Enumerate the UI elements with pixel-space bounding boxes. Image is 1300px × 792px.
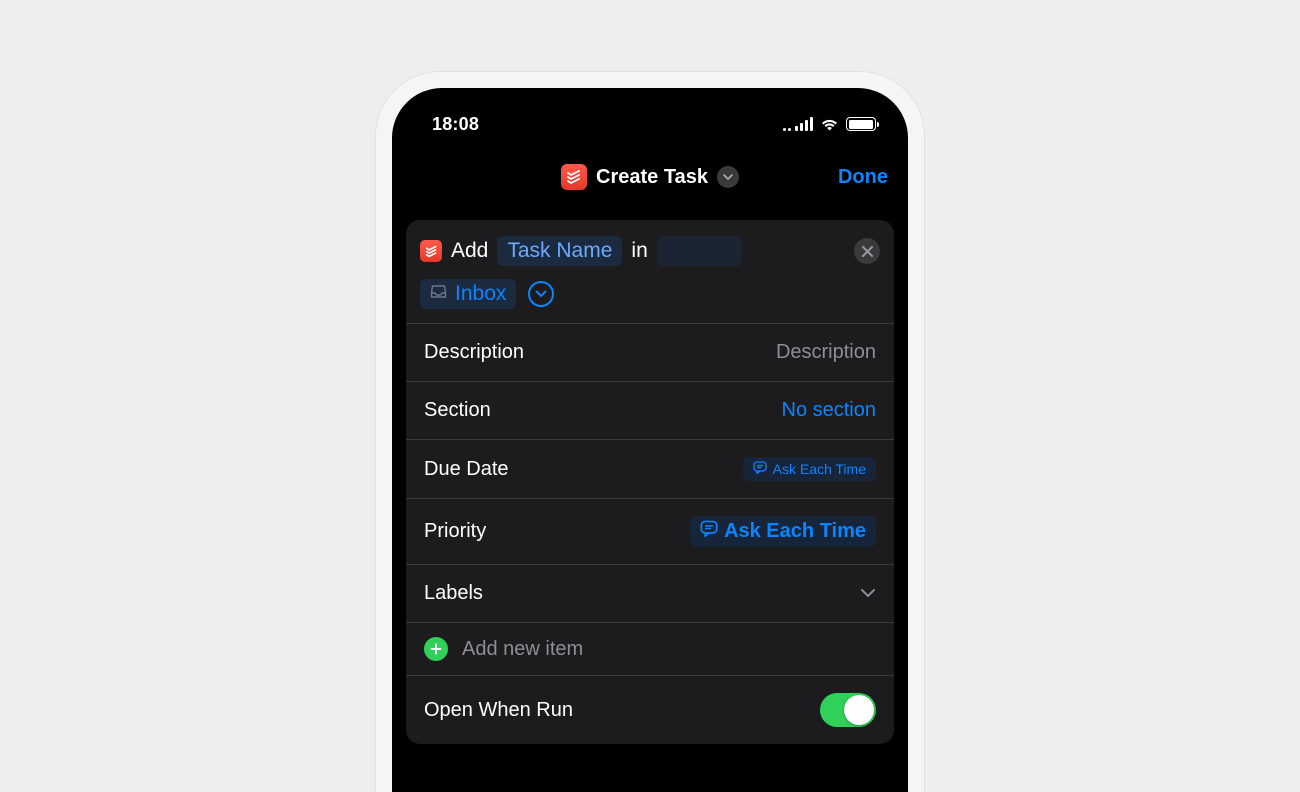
done-button[interactable]: Done (818, 166, 888, 189)
nav-title: Create Task (596, 166, 708, 189)
open-when-run-toggle[interactable] (820, 693, 876, 727)
action-in-label: in (631, 239, 647, 263)
phone-screen: 18:08 (392, 88, 908, 792)
priority-value[interactable]: Ask Each Time (690, 516, 876, 547)
row-due-date[interactable]: Due Date Ask Each Time (406, 439, 894, 498)
dual-sim-signal-icon (785, 117, 813, 131)
status-time: 18:08 (432, 114, 479, 135)
action-card: Add Task Name in Inbox (406, 220, 894, 744)
description-value: Description (776, 341, 876, 364)
todoist-small-icon (420, 240, 442, 262)
expand-icon[interactable] (528, 281, 554, 307)
row-open-when-run: Open When Run (406, 675, 894, 744)
chevron-down-icon[interactable] (717, 166, 739, 188)
chevron-down-icon (860, 585, 876, 603)
row-description[interactable]: Description Description (406, 323, 894, 381)
inbox-icon (430, 283, 447, 305)
wifi-icon (820, 117, 839, 131)
battery-icon (846, 117, 876, 131)
phone-frame: 18:08 (376, 72, 924, 792)
priority-label: Priority (424, 520, 486, 543)
nav-bar: Create Task Done (392, 146, 908, 210)
add-new-item-row[interactable]: Add new item (406, 622, 894, 675)
todoist-app-icon (561, 164, 587, 190)
row-section[interactable]: Section No section (406, 381, 894, 439)
due-date-value[interactable]: Ask Each Time (743, 457, 876, 481)
nav-title-group[interactable]: Create Task (561, 164, 739, 190)
add-new-item-label: Add new item (462, 638, 583, 661)
row-labels[interactable]: Labels (406, 564, 894, 622)
status-icons (785, 117, 876, 131)
inbox-label: Inbox (455, 282, 506, 306)
plus-icon (424, 637, 448, 661)
task-list-field[interactable] (657, 236, 742, 266)
open-when-run-label: Open When Run (424, 699, 573, 722)
due-date-label: Due Date (424, 458, 509, 481)
action-header: Add Task Name in Inbox (406, 220, 894, 323)
labels-label: Labels (424, 582, 483, 605)
description-label: Description (424, 341, 524, 364)
inbox-pill[interactable]: Inbox (420, 279, 516, 309)
action-add-label: Add (451, 239, 488, 263)
section-value: No section (782, 399, 877, 422)
close-button[interactable] (854, 238, 880, 264)
row-priority[interactable]: Priority Ask Each Time (406, 498, 894, 564)
status-bar: 18:08 (392, 88, 908, 146)
section-label: Section (424, 399, 491, 422)
task-name-field[interactable]: Task Name (497, 236, 622, 266)
ask-each-time-icon (700, 520, 718, 543)
ask-each-time-icon (753, 461, 767, 477)
